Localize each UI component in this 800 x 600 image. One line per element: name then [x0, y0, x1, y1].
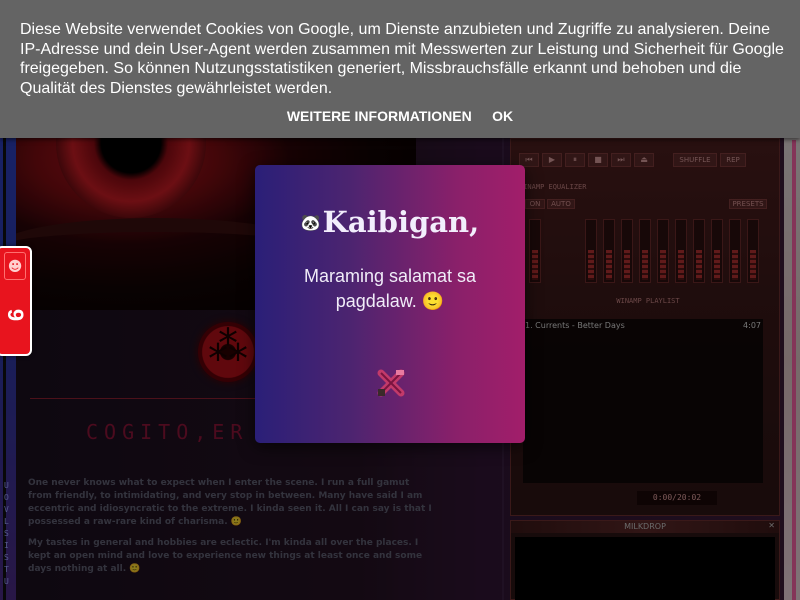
panda-icon: 🐼 [300, 213, 321, 232]
modal-message: Maraming salamat sa pagdalaw. 🙂 [275, 264, 505, 314]
ok-button[interactable]: OK [484, 108, 521, 124]
side-badge-widget[interactable]: ☻ 9 [0, 246, 32, 356]
smiley-icon: 🙂 [421, 291, 445, 312]
welcome-modal: 🐼Kaibigan, Maraming salamat sa pagdalaw.… [255, 165, 525, 443]
cookie-actions: WEITERE INFORMATIONEN OK [0, 108, 800, 128]
modal-message-text: Maraming salamat sa pagdalaw. [303, 266, 477, 311]
modal-title: 🐼Kaibigan, [255, 205, 525, 239]
close-x-icon[interactable] [375, 367, 407, 399]
more-info-button[interactable]: WEITERE INFORMATIONEN [279, 108, 480, 124]
modal-title-text: Kaibigan, [322, 205, 480, 239]
badge-icon: ☻ [4, 252, 26, 280]
side-badge-number: 9 [3, 308, 28, 322]
cookie-banner: Diese Website verwendet Cookies von Goog… [0, 0, 800, 138]
cookie-notice-text: Diese Website verwendet Cookies von Goog… [20, 21, 784, 97]
